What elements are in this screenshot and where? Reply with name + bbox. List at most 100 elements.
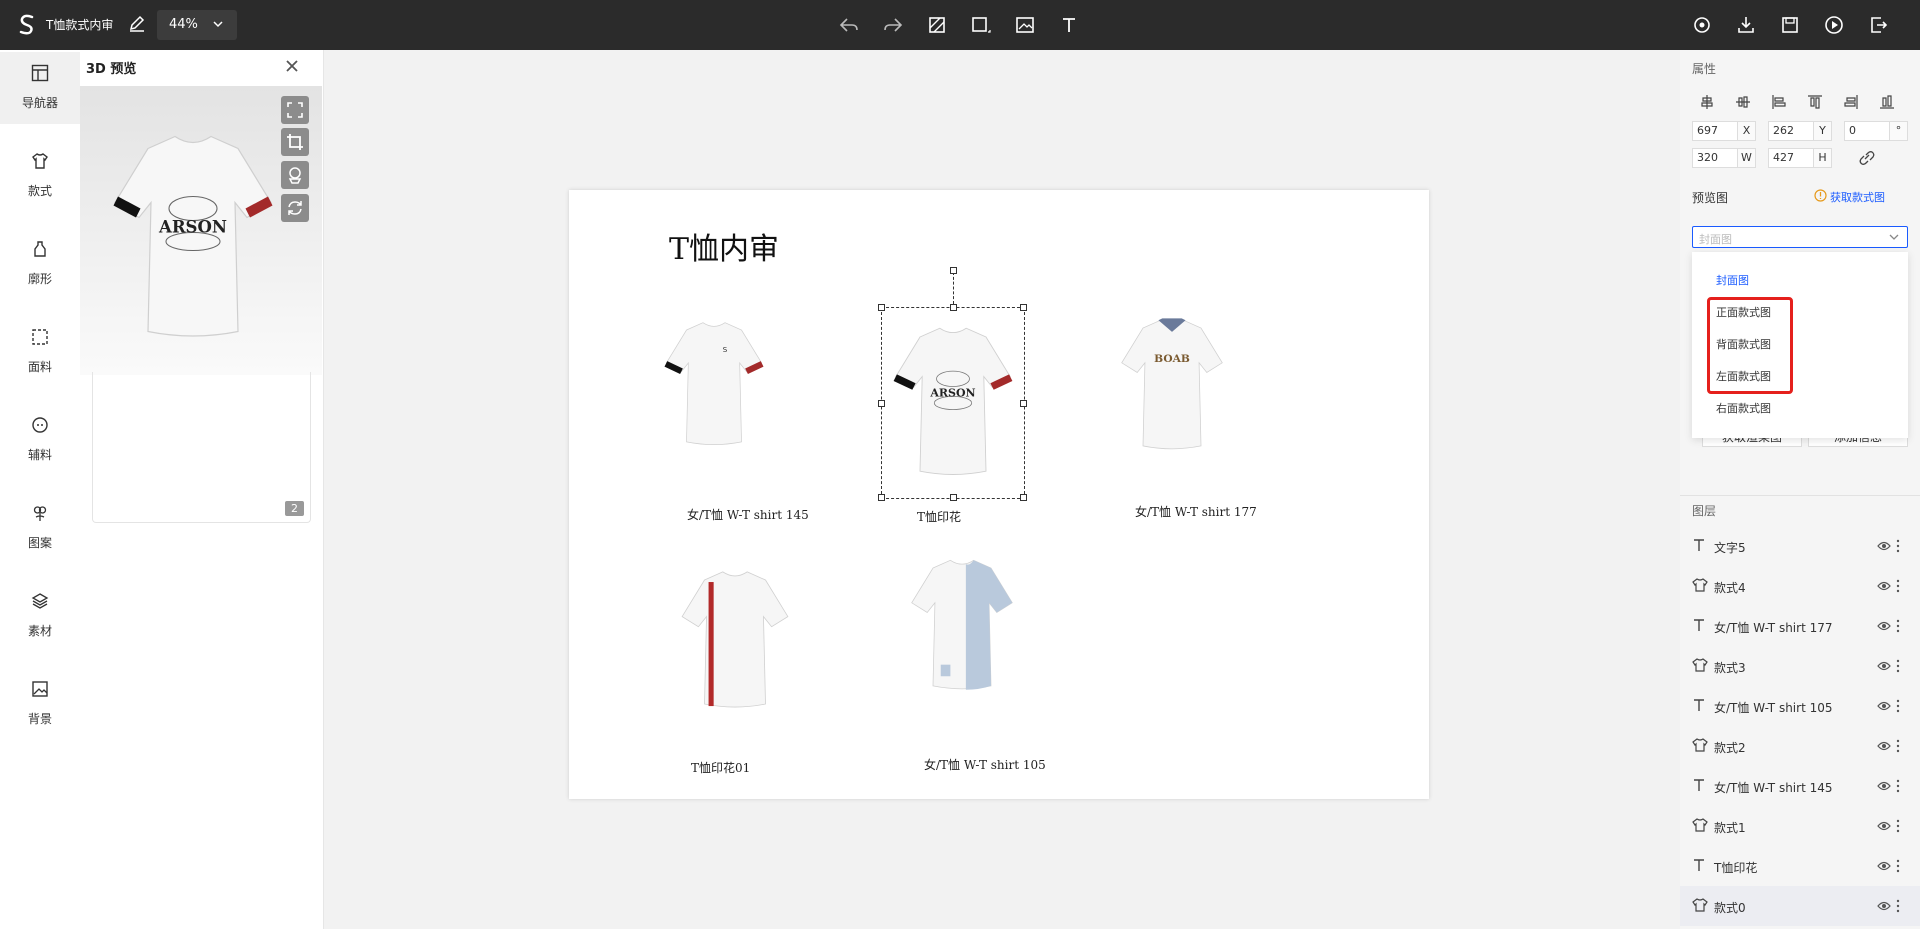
nav-item-pattern[interactable]: 图案 (0, 492, 80, 564)
get-style-image-link[interactable]: 获取款式图 (1814, 189, 1885, 205)
chevron-down-icon (213, 21, 223, 28)
selection-box[interactable] (878, 267, 1027, 501)
more-icon[interactable] (1896, 739, 1900, 753)
resize-handle[interactable] (1020, 304, 1027, 311)
tshirt-style-1[interactable]: S (659, 320, 769, 450)
preview-icon[interactable] (1691, 14, 1713, 36)
rotation-input[interactable]: 0 (1844, 121, 1890, 141)
more-icon[interactable] (1896, 899, 1900, 913)
eye-icon[interactable] (1877, 620, 1891, 632)
layer-item[interactable]: 款式2 (1680, 726, 1920, 766)
tshirt-style-colorblock[interactable] (904, 556, 1020, 696)
resize-handle[interactable] (1020, 400, 1027, 407)
align-horizontal-center-icon[interactable] (1699, 94, 1715, 110)
w-unit: W (1738, 148, 1756, 168)
label-tshirt-print-01[interactable]: T恤印花01 (691, 759, 750, 776)
eye-icon[interactable] (1877, 860, 1891, 872)
mask-icon[interactable] (926, 14, 948, 36)
nav-item-silhouette[interactable]: 廓形 (0, 228, 80, 300)
align-top-icon[interactable] (1807, 94, 1823, 110)
more-icon[interactable] (1896, 619, 1900, 633)
more-icon[interactable] (1896, 659, 1900, 673)
option-cover[interactable]: 封面图 (1716, 272, 1749, 288)
save-icon[interactable] (1779, 14, 1801, 36)
layer-item[interactable]: 款式1 (1680, 806, 1920, 846)
play-icon[interactable] (1823, 14, 1845, 36)
nav-item-materials[interactable]: 素材 (0, 580, 80, 652)
redo-icon[interactable] (882, 14, 904, 36)
more-icon[interactable] (1896, 579, 1900, 593)
design-canvas[interactable]: T恤内审 S 女/T恤 W-T shirt 145 ARSON T恤印花 BOA… (569, 190, 1429, 799)
align-vertical-center-icon[interactable] (1735, 94, 1751, 110)
fullscreen-button[interactable] (281, 96, 309, 124)
resize-handle[interactable] (950, 304, 957, 311)
eye-icon[interactable] (1877, 660, 1891, 672)
layer-item[interactable]: T恤印花 (1680, 846, 1920, 886)
more-icon[interactable] (1896, 699, 1900, 713)
nav-item-accessories[interactable]: 辅料 (0, 404, 80, 476)
preview-image-select[interactable]: 封面图 (1692, 226, 1908, 248)
close-icon[interactable] (283, 57, 301, 75)
x-input[interactable]: 697 (1692, 121, 1738, 141)
resize-handle[interactable] (950, 494, 957, 501)
eye-icon[interactable] (1877, 700, 1891, 712)
eye-icon[interactable] (1877, 540, 1891, 552)
preview-image-label: 预览图 (1692, 191, 1729, 205)
layer-item[interactable]: 女/T恤 W-T shirt 105 (1680, 686, 1920, 726)
layer-item[interactable]: 款式3 (1680, 646, 1920, 686)
label-tshirt-177[interactable]: 女/T恤 W-T shirt 177 (1135, 503, 1257, 520)
rotate-button[interactable] (281, 194, 309, 222)
resize-handle[interactable] (1020, 494, 1027, 501)
nav-item-style[interactable]: 款式 (0, 140, 80, 212)
resize-handle[interactable] (878, 304, 885, 311)
align-bottom-icon[interactable] (1879, 94, 1895, 110)
y-input[interactable]: 262 (1768, 121, 1814, 141)
crop-button[interactable] (281, 128, 309, 156)
width-input[interactable]: 320 (1692, 148, 1738, 168)
3d-viewer[interactable]: ARSON (80, 86, 322, 375)
layer-item-selected[interactable]: 款式0 (1680, 886, 1920, 926)
navigator-icon (31, 64, 49, 82)
eye-icon[interactable] (1877, 900, 1891, 912)
nav-item-background[interactable]: 背景 (0, 668, 80, 740)
canvas-title[interactable]: T恤内审 (669, 224, 779, 268)
app-logo-icon[interactable] (16, 13, 38, 37)
eye-icon[interactable] (1877, 580, 1891, 592)
eye-icon[interactable] (1877, 820, 1891, 832)
link-icon[interactable] (1858, 150, 1876, 166)
preview-thumbnail-area[interactable]: 2 (92, 372, 311, 523)
more-icon[interactable] (1896, 539, 1900, 553)
layer-item[interactable]: 款式4 (1680, 566, 1920, 606)
layer-item[interactable]: 女/T恤 W-T shirt 145 (1680, 766, 1920, 806)
layer-item[interactable]: 女/T恤 W-T shirt 177 (1680, 606, 1920, 646)
tshirt-style-ribbon[interactable] (674, 568, 796, 714)
rotation-handle[interactable] (950, 267, 957, 274)
option-right[interactable]: 右面款式图 (1716, 400, 1771, 416)
resize-handle[interactable] (878, 400, 885, 407)
more-icon[interactable] (1896, 779, 1900, 793)
download-icon[interactable] (1735, 14, 1757, 36)
eye-icon[interactable] (1877, 740, 1891, 752)
resize-handle[interactable] (878, 494, 885, 501)
model-button[interactable] (281, 161, 309, 189)
text-icon[interactable] (1058, 14, 1080, 36)
eye-icon[interactable] (1877, 780, 1891, 792)
undo-icon[interactable] (838, 14, 860, 36)
label-tshirt-145[interactable]: 女/T恤 W-T shirt 145 (687, 506, 809, 523)
rectangle-icon[interactable] (970, 14, 992, 36)
zoom-dropdown[interactable]: 44% (157, 10, 237, 40)
label-tshirt-105[interactable]: 女/T恤 W-T shirt 105 (924, 756, 1046, 773)
image-icon[interactable] (1014, 14, 1036, 36)
edit-title-icon[interactable] (128, 15, 146, 33)
nav-item-fabric[interactable]: 面料 (0, 316, 80, 388)
height-input[interactable]: 427 (1768, 148, 1814, 168)
layer-item[interactable]: 文字5 (1680, 526, 1920, 566)
tshirt-style-polo[interactable]: BOAB (1114, 316, 1230, 456)
more-icon[interactable] (1896, 819, 1900, 833)
exit-icon[interactable] (1867, 14, 1889, 36)
align-right-icon[interactable] (1843, 94, 1859, 110)
label-tshirt-print[interactable]: T恤印花 (917, 508, 961, 525)
more-icon[interactable] (1896, 859, 1900, 873)
nav-item-navigator[interactable]: 导航器 (0, 52, 80, 124)
align-left-icon[interactable] (1771, 94, 1787, 110)
